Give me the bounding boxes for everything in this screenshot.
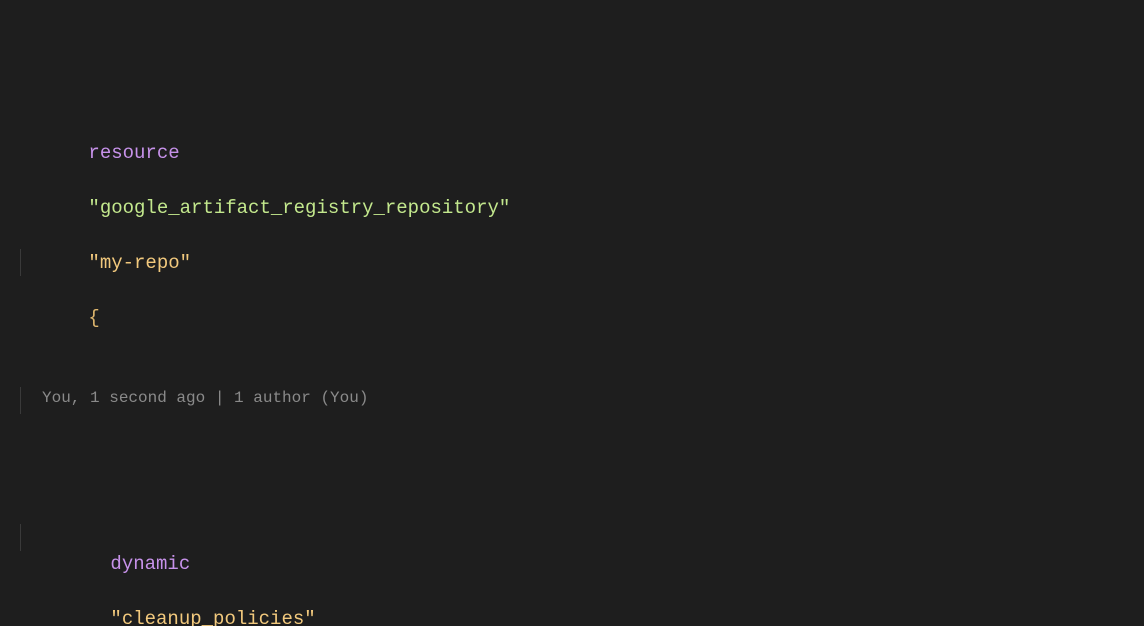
- keyword-dynamic: dynamic: [110, 553, 190, 575]
- code-line[interactable]: resource "google_artifact_registry_repos…: [0, 112, 1144, 139]
- codelens[interactable]: You, 1 second ago | 1 author (You): [0, 387, 1144, 414]
- brace-open: {: [88, 307, 99, 329]
- code-editor[interactable]: resource "google_artifact_registry_repos…: [0, 0, 1144, 626]
- code-line[interactable]: dynamic "cleanup_policies" {: [0, 524, 1144, 551]
- string-literal: "cleanup_policies": [110, 608, 315, 626]
- string-literal: "my-repo": [88, 252, 191, 274]
- keyword-resource: resource: [88, 142, 179, 164]
- codelens-text: You, 1 second ago | 1 author (You): [42, 387, 368, 414]
- string-literal: "google_artifact_registry_repository": [88, 197, 510, 219]
